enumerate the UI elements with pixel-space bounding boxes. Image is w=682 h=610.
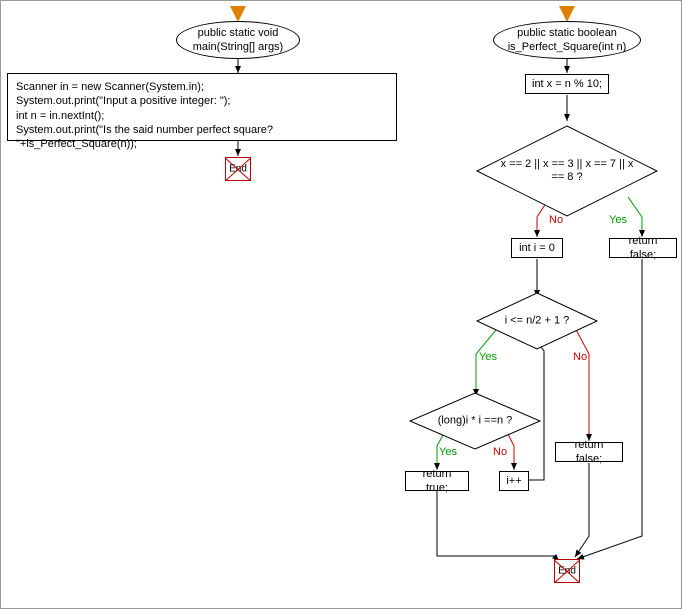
return-false-bottom-text: return false;: [562, 438, 616, 467]
main-body-block: Scanner in = new Scanner(System.in); Sys…: [7, 73, 397, 141]
inc-i: i++: [499, 471, 529, 491]
isperfect-method-label: public static boolean is_Perfect_Square(…: [508, 26, 627, 55]
flowchart-canvas: public static void main(String[] args) S…: [0, 0, 682, 609]
return-true: return true;: [405, 471, 469, 491]
cond2-yes-label: Yes: [479, 351, 497, 363]
main-method-ellipse: public static void main(String[] args): [176, 21, 300, 59]
cond3-text: (long)i * i ==n ?: [405, 414, 545, 427]
cond2-diamond: i <= n/2 + 1 ?: [487, 291, 587, 351]
cond1-diamond: x == 2 || x == 3 || x == 7 || x == 8 ?: [517, 121, 617, 221]
stmt-i: int i = 0: [511, 238, 563, 258]
return-true-text: return true;: [412, 467, 462, 496]
cond3-yes-label: Yes: [439, 446, 457, 458]
cond1-yes-label: Yes: [609, 214, 627, 226]
stmt-x: int x = n % 10;: [525, 74, 609, 94]
return-false-top: return false;: [609, 238, 677, 258]
right-end-terminator: End: [554, 559, 580, 583]
cond1-no-label: No: [549, 214, 563, 226]
main-method-label: public static void main(String[] args): [193, 26, 283, 55]
cond2-no-label: No: [573, 351, 587, 363]
isperfect-method-ellipse: public static boolean is_Perfect_Square(…: [493, 21, 641, 59]
cond1-text: x == 2 || x == 3 || x == 7 || x == 8 ?: [497, 158, 637, 184]
stmt-x-text: int x = n % 10;: [532, 77, 602, 91]
return-false-top-text: return false;: [616, 234, 670, 263]
cond3-diamond: (long)i * i ==n ?: [425, 391, 525, 451]
main-end-label: End: [229, 164, 247, 175]
inc-i-text: i++: [506, 474, 521, 488]
main-end-terminator: End: [225, 157, 251, 181]
stmt-i-text: int i = 0: [519, 241, 555, 255]
main-body-text: Scanner in = new Scanner(System.in); Sys…: [16, 80, 388, 151]
cond3-no-label: No: [493, 446, 507, 458]
cond2-text: i <= n/2 + 1 ?: [467, 314, 607, 327]
return-false-bottom: return false;: [555, 442, 623, 462]
right-end-label: End: [558, 566, 576, 577]
